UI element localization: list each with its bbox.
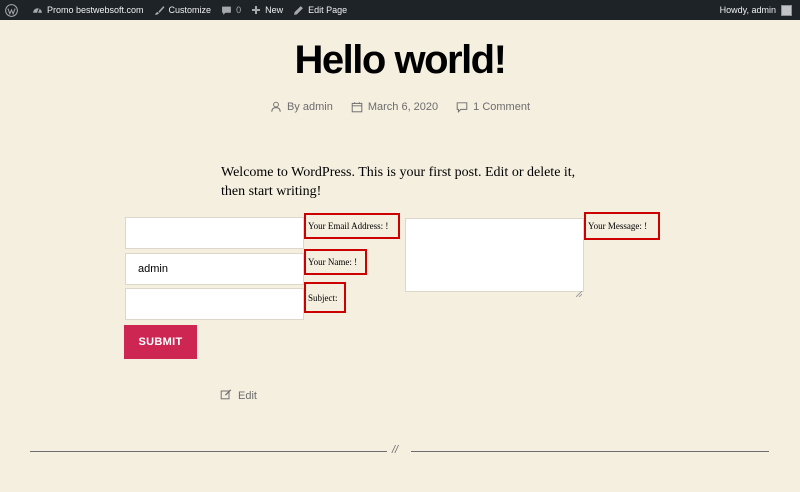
comment-bubble-icon [456,101,468,113]
customize-link[interactable]: Customize [149,0,217,20]
name-field[interactable]: admin [125,253,304,285]
site-name: Promo bestwebsoft.com [47,5,144,15]
new-label: New [265,5,284,15]
comments-count: 0 [236,5,242,15]
post-meta: By admin March 6, 2020 1 Comment [0,101,800,113]
subject-field[interactable] [125,288,304,320]
message-textarea[interactable] [405,218,584,298]
submit-button[interactable]: SUBMIT [124,325,197,359]
brush-icon [154,5,165,16]
dashboard-icon [32,5,43,16]
subject-label: Subject: [304,282,346,313]
calendar-icon [351,101,363,113]
email-label: Your Email Address: ! [304,213,400,239]
post-comments: 1 Comment [456,101,530,113]
user-account-menu[interactable]: Howdy, admin [719,4,800,16]
avatar [781,4,792,16]
post-author: By admin [270,101,333,113]
post-title: Hello world! [294,38,507,82]
separator-left [30,451,387,452]
author-link[interactable]: By admin [287,101,333,113]
separator-mark: // [392,444,399,456]
admin-bar: Promo bestwebsoft.com Customize 0 New Ed… [0,0,800,20]
wordpress-menu[interactable] [0,0,27,20]
new-content-link[interactable]: New [246,0,288,20]
message-label: Your Message: ! [584,212,660,240]
edit-icon [220,388,232,403]
wordpress-icon [5,3,18,17]
name-label: Your Name: ! [304,249,367,275]
separator-right [411,451,769,452]
edit-label: Edit [238,389,257,402]
comments-link-text[interactable]: 1 Comment [473,101,530,113]
customize-label: Customize [168,5,212,15]
resize-handle-icon[interactable] [575,284,583,298]
plus-icon [251,5,261,15]
site-name-link[interactable]: Promo bestwebsoft.com [27,0,149,20]
pencil-icon [293,5,304,16]
user-icon [270,101,282,113]
post-content: Welcome to WordPress. This is your first… [221,165,576,199]
comment-icon [221,5,232,16]
edit-page-link[interactable]: Edit Page [288,0,352,20]
date-link[interactable]: March 6, 2020 [368,101,438,113]
edit-link[interactable]: Edit [220,388,257,403]
post-date: March 6, 2020 [351,101,438,113]
email-field[interactable] [125,217,304,249]
comments-link[interactable]: 0 [216,0,246,20]
howdy-label: Howdy, admin [719,5,776,15]
edit-page-label: Edit Page [308,5,348,15]
